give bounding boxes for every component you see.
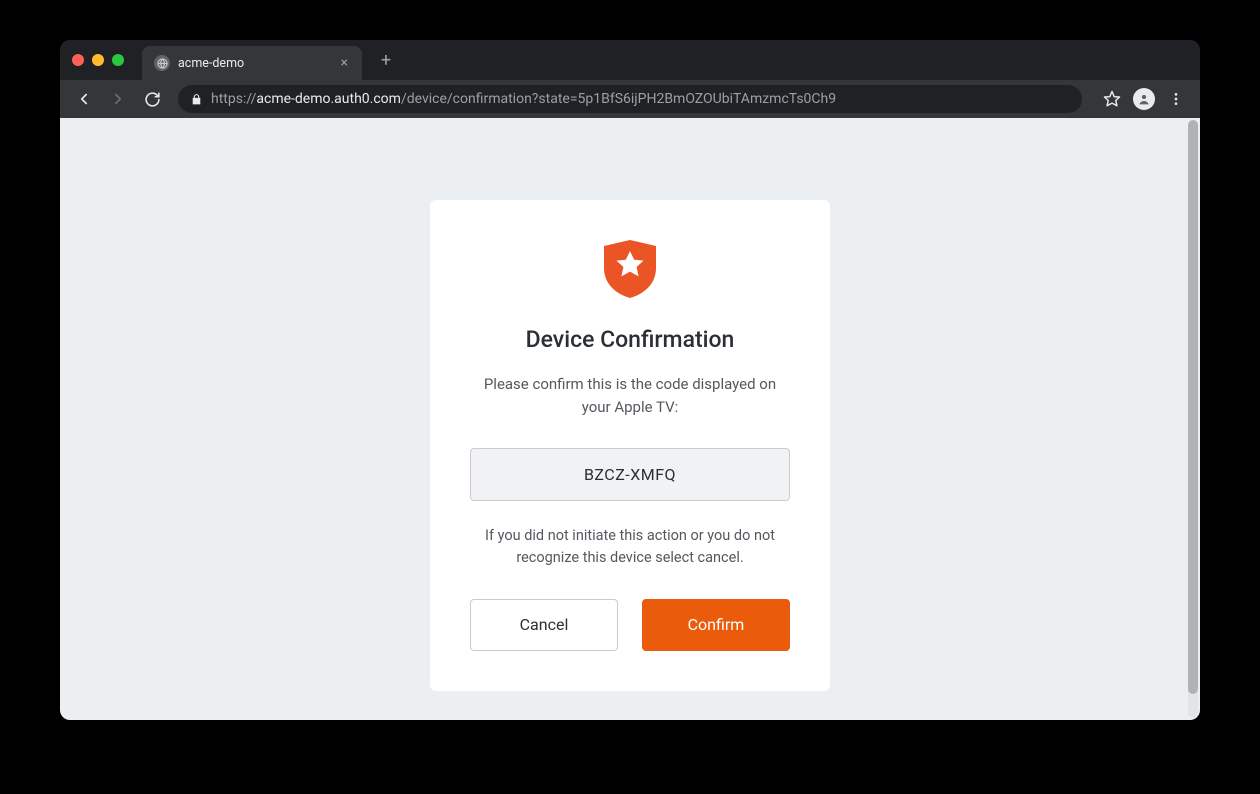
reload-button[interactable] <box>138 85 166 113</box>
kebab-menu-icon[interactable] <box>1162 85 1190 113</box>
confirm-button[interactable]: Confirm <box>642 599 790 651</box>
url-text: https://acme-demo.auth0.com/device/confi… <box>211 91 836 107</box>
tab-bar: acme-demo × + <box>60 40 1200 80</box>
dialog-button-row: Cancel Confirm <box>470 599 790 651</box>
window-maximize-button[interactable] <box>112 54 124 66</box>
profile-avatar[interactable] <box>1130 85 1158 113</box>
url-domain: acme-demo.auth0.com <box>256 91 401 107</box>
avatar-icon <box>1133 88 1155 110</box>
browser-tab[interactable]: acme-demo × <box>142 46 362 80</box>
dialog-prompt: Please confirm this is the code displaye… <box>470 373 790 418</box>
address-bar[interactable]: https://acme-demo.auth0.com/device/confi… <box>178 85 1082 113</box>
auth0-logo-shield-icon <box>470 240 790 298</box>
globe-icon <box>154 55 170 71</box>
lock-icon <box>190 93 203 106</box>
url-prefix: https:// <box>211 91 256 107</box>
browser-toolbar: https://acme-demo.auth0.com/device/confi… <box>60 80 1200 118</box>
page-viewport: Device Confirmation Please confirm this … <box>60 118 1200 720</box>
new-tab-button[interactable]: + <box>372 46 400 74</box>
device-code-display: BZCZ-XMFQ <box>470 448 790 501</box>
forward-button[interactable] <box>104 85 132 113</box>
window-minimize-button[interactable] <box>92 54 104 66</box>
dialog-warning: If you did not initiate this action or y… <box>470 525 790 569</box>
dialog-heading: Device Confirmation <box>470 326 790 353</box>
device-confirmation-card: Device Confirmation Please confirm this … <box>430 200 830 691</box>
scrollbar[interactable] <box>1188 120 1198 718</box>
close-icon[interactable]: × <box>339 55 350 71</box>
scrollbar-thumb[interactable] <box>1188 120 1198 694</box>
toolbar-right <box>1098 85 1190 113</box>
window-close-button[interactable] <box>72 54 84 66</box>
url-path: /device/confirmation?state=5p1BfS6ijPH2B… <box>401 91 836 107</box>
bookmark-star-icon[interactable] <box>1098 85 1126 113</box>
back-button[interactable] <box>70 85 98 113</box>
tab-title: acme-demo <box>178 56 331 71</box>
window-controls <box>72 54 124 66</box>
browser-window: acme-demo × + https://acme-demo.auth0.co… <box>60 40 1200 720</box>
cancel-button[interactable]: Cancel <box>470 599 618 651</box>
